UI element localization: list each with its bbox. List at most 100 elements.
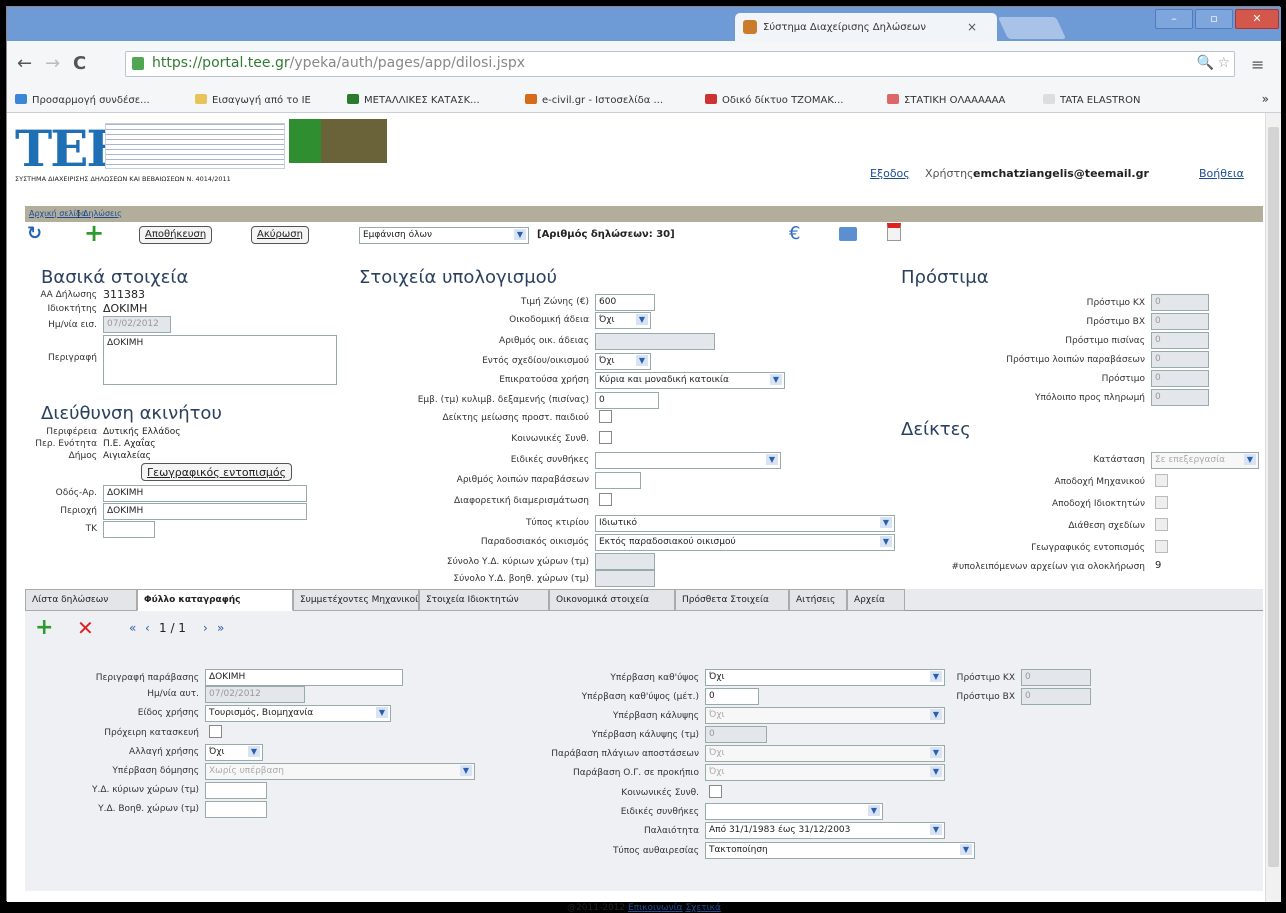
reload-icon[interactable]: C [73,53,86,74]
address-title: Διεύθυνση ακινήτου [41,403,222,424]
fine-rest-label: Πρόστιμο λοιπών παραβάσεων [1006,355,1145,365]
close-tab-icon[interactable]: × [967,20,977,34]
tab-extra[interactable]: Πρόσθετα Στοιχεία [675,589,789,611]
next-page-icon[interactable]: › [203,621,208,635]
cancel-button[interactable]: Ακύρωση [251,226,309,244]
zone-field[interactable]: 600 [595,294,655,311]
browser-tab[interactable]: Σύστημα Διαχείρισης Δηλώσεων × [735,13,997,41]
use-select[interactable]: Κύρια και μοναδική κατοικία [595,372,785,389]
maximize-button[interactable]: ▫ [1195,9,1233,29]
eng-accept-label: Αποδοχή Μηχανικού [1054,477,1145,487]
permit-no-field [595,333,715,350]
factor-label: Δείκτης μείωσης προστ. παιδιού [442,413,589,423]
scrollbar[interactable] [1265,113,1281,902]
plan-label: Εντός σχεδίου/οικισμού [482,356,589,366]
zip-field[interactable] [103,521,155,538]
r-fine-kx-label: Πρόστιμο ΚΧ [956,673,1015,683]
r-desc-field[interactable]: ΔΟΚΙΜΗ [205,669,403,686]
r-cover-select: Όχι [705,707,945,724]
more-bookmarks-icon[interactable]: » [1262,92,1269,106]
area-field[interactable]: ΔΟΚΙΜΗ [103,503,307,520]
desc-textarea[interactable]: ΔΟΚΙΜΗ [103,335,337,385]
zoom-icon[interactable]: 🔍 [1197,55,1214,71]
logout-link[interactable]: Εξοδος [870,167,910,180]
bookmark-5[interactable]: Οδικό δίκτυο ΤΖΟΜΑΚ... [705,94,843,106]
menu-icon[interactable]: ≡ [1251,55,1264,74]
tab-record[interactable]: Φύλλο καταγραφής [137,589,293,611]
type-select[interactable]: Ιδιωτικό [595,515,895,532]
delete-record-icon[interactable]: ✕ [77,616,94,640]
special-label: Ειδικές συνθήκες [510,455,589,465]
unit-label: Περ. Ενότητα [35,439,97,449]
r-height-label: Υπέρβαση καθ'ύψος [610,673,699,683]
diff-checkbox[interactable] [599,493,612,506]
browser-window: Σύστημα Διαχείρισης Δηλώσεων × – ▫ ✕ ← → C … [6,6,1281,913]
desc-label: Περιγραφή [47,353,97,363]
declarations-link[interactable]: Δηλώσεις [83,209,122,218]
r-height-select[interactable]: Όχι [705,669,945,686]
prev-page-icon[interactable]: ‹ [145,621,150,635]
r-special-select[interactable] [705,803,883,820]
fine-balance-label: Υπόλοιπο προς πληρωμή [1035,393,1145,403]
contact-link[interactable]: Επικοινωνία [628,903,683,913]
record-tabs: Λίστα δηλώσεων Φύλλο καταγραφής Συμμετέχ… [25,589,1263,611]
bookmark-3[interactable]: ΜΕΤΑΛΛΙΚΕΣ ΚΑΤΑΣΚ... [347,94,480,106]
r-date-field: 07/02/2012 [205,686,305,703]
about-link[interactable]: Σχετικά [685,903,720,913]
r-change-select[interactable]: Όχι [205,744,263,761]
plan-select[interactable]: Όχι [595,353,651,370]
tab-applications[interactable]: Αιτήσεις [789,589,847,611]
view-select[interactable]: Εμφάνιση όλων [359,227,529,244]
rest-field[interactable] [595,472,641,489]
tab-files[interactable]: Αρχεία [847,589,905,611]
save-button[interactable]: Αποθήκευση [139,226,213,244]
r-main-field[interactable] [205,782,267,799]
help-link[interactable]: Βοήθεια [1199,167,1244,180]
trad-select[interactable]: Εκτός παραδοσιακού οικισμού [595,534,895,551]
tab-financial[interactable]: Οικονομικά στοιχεία [549,589,675,611]
minimize-button[interactable]: – [1155,9,1193,29]
factor-checkbox[interactable] [599,410,612,423]
pool-area-field[interactable]: 0 [595,392,659,409]
r-use-select[interactable]: Τουρισμός, Βιομηχανία [205,705,391,722]
euro-icon[interactable]: € [789,223,800,244]
address-bar[interactable]: https://portal.tee.gr/ypeka/auth/pages/a… [125,51,1235,77]
tab-engineers[interactable]: Συμμετέχοντες Μηχανικοί [293,589,419,611]
bookmark-star-icon[interactable]: ☆ [1217,55,1230,71]
add-icon[interactable]: + [84,219,104,247]
bookmark-4[interactable]: e-civil.gr - Ιστοσελίδα ... [525,94,663,106]
back-icon[interactable]: ← [17,53,32,74]
bookmark-7[interactable]: TATA ELASTRON [1043,94,1140,106]
geo-locate-button[interactable]: Γεωγραφικός εντοπισμός [141,463,293,481]
municipality-value: Αιγιαλείας [103,451,151,461]
bookmark-1[interactable]: Προσαρμογή συνδέσε... [15,94,150,106]
monitor-icon[interactable] [839,227,857,241]
r-age-select[interactable]: Από 31/1/1983 έως 31/12/2003 [705,822,945,839]
add-record-icon[interactable]: + [35,615,53,640]
type-label: Τύπος κτιρίου [525,518,589,528]
first-page-icon[interactable]: « [129,621,136,635]
r-temp-checkbox[interactable] [209,725,222,738]
new-tab-button[interactable] [997,17,1067,39]
bookmark-2[interactable]: Εισαγωγή από το IE [195,94,311,106]
r-social-checkbox[interactable] [709,785,722,798]
permit-select[interactable]: Όχι [595,312,651,329]
refresh-icon[interactable]: ↻ [27,223,42,244]
r-aux-field[interactable] [205,801,267,818]
tab-owners[interactable]: Στοιχεία Ιδιοκτητών [419,589,549,611]
bookmarks-bar: Προσαρμογή συνδέσε... Εισαγωγή από το IE… [7,87,1281,113]
r-arb-select[interactable]: Τακτοποίηση [705,842,975,859]
last-page-icon[interactable]: » [217,621,224,635]
forward-icon[interactable]: → [45,53,60,74]
r-height-m-field[interactable]: 0 [705,688,759,705]
r-fine-bx-field: 0 [1021,688,1091,705]
bookmark-6[interactable]: ΣΤΑΤΙΚΗ ΟΛΑΑΑΑΑΑ [887,94,1005,106]
fine-kx-field: 0 [1151,294,1209,311]
street-field[interactable]: ΔΟΚΙΜΗ [103,485,307,502]
social-checkbox[interactable] [599,431,612,444]
pdf-icon[interactable] [887,223,901,241]
close-window-button[interactable]: ✕ [1235,9,1279,29]
special-select[interactable] [595,452,781,469]
sum-main-label: Σύνολο Υ.Δ. κύριων χώρων (τμ) [446,557,589,567]
tab-list[interactable]: Λίστα δηλώσεων [25,589,137,611]
